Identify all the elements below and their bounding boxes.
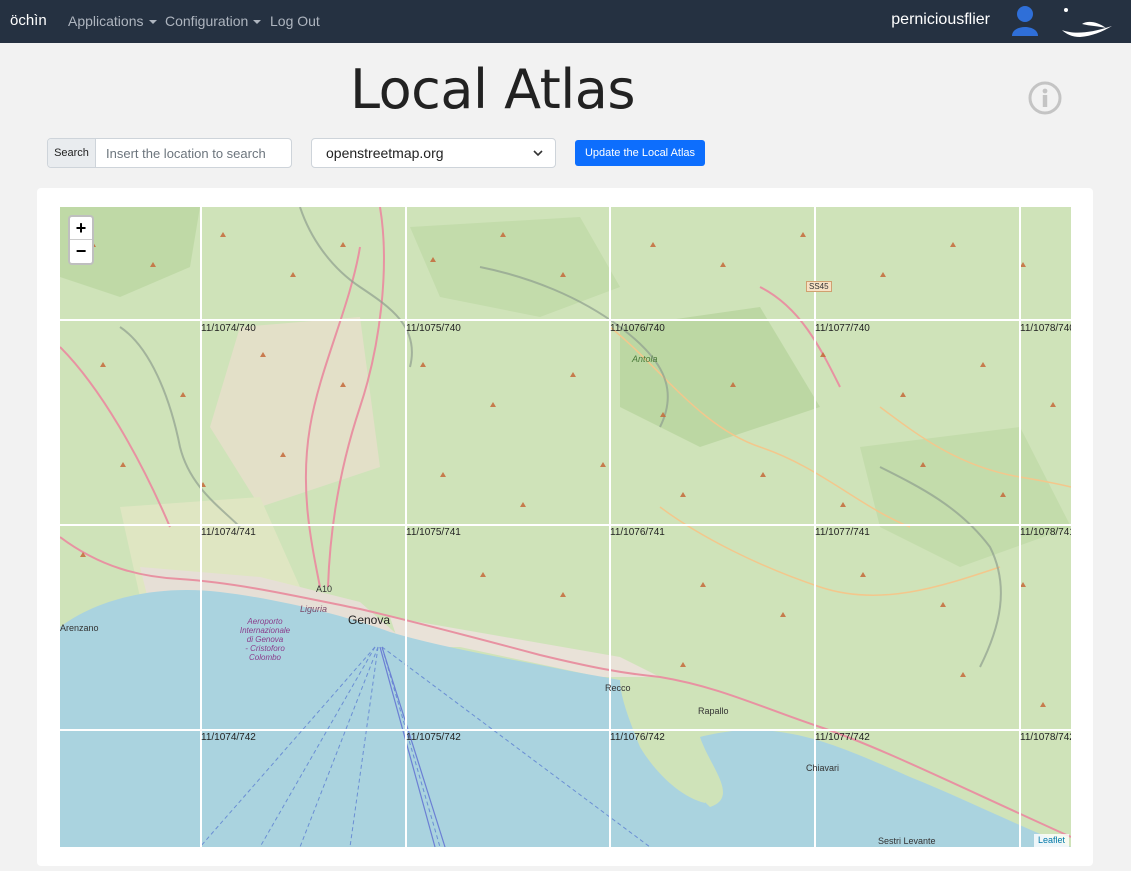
tile-grid-line bbox=[60, 524, 1071, 526]
nav-configuration-menu[interactable]: Configuration bbox=[165, 13, 262, 29]
chevron-down-icon bbox=[533, 150, 543, 157]
atlas-map[interactable]: 11/1074/740 11/1075/740 11/1076/740 11/1… bbox=[60, 207, 1071, 847]
search-group: Search bbox=[47, 138, 292, 168]
tile-label: 11/1076/740 bbox=[610, 323, 665, 334]
zoom-out-button[interactable]: − bbox=[70, 240, 92, 263]
chevron-down-icon bbox=[253, 20, 262, 24]
tile-grid-line bbox=[60, 319, 1071, 321]
tile-label: 11/1074/740 bbox=[201, 323, 256, 334]
tile-label: 11/1077/740 bbox=[815, 323, 870, 334]
place-label-liguria: Liguria bbox=[300, 604, 328, 614]
place-label-airport: Aeroporto Internazionale di Genova - Cri… bbox=[230, 617, 300, 662]
nav-configuration-label: Configuration bbox=[165, 13, 249, 29]
chevron-down-icon bbox=[148, 20, 157, 24]
place-label-sestri-levante: Sestri Levante bbox=[878, 836, 936, 846]
place-label-antola: Antola bbox=[632, 354, 658, 364]
tile-label: 11/1078/742 bbox=[1020, 732, 1071, 743]
road-label-a10: A10 bbox=[316, 584, 333, 594]
place-label-arenzano: Arenzano bbox=[60, 623, 99, 633]
place-label-genova: Genova bbox=[348, 613, 391, 627]
tile-label: 11/1075/740 bbox=[406, 323, 461, 334]
info-icon[interactable] bbox=[1028, 81, 1062, 115]
nav-logout-link[interactable]: Log Out bbox=[270, 13, 320, 29]
brand-link[interactable]: öchìn bbox=[10, 12, 47, 29]
tile-label: 11/1074/742 bbox=[201, 732, 256, 743]
zoom-in-button[interactable]: + bbox=[70, 217, 92, 240]
tile-label: 11/1074/741 bbox=[201, 527, 256, 538]
page-title: Local Atlas bbox=[350, 58, 636, 121]
ochin-logo-icon bbox=[1062, 8, 1112, 37]
tile-label: 11/1078/741 bbox=[1020, 527, 1071, 538]
tile-label: 11/1076/742 bbox=[610, 732, 665, 743]
place-label-rapallo: Rapallo bbox=[698, 706, 729, 716]
tile-provider-select[interactable]: openstreetmap.org bbox=[311, 138, 556, 168]
tile-label: 11/1075/741 bbox=[406, 527, 461, 538]
airport-line: Colombo bbox=[248, 653, 281, 662]
airport-line: - Cristoforo bbox=[245, 644, 285, 653]
airport-line: Internazionale bbox=[239, 626, 291, 635]
tile-label: 11/1077/742 bbox=[815, 732, 870, 743]
user-avatar-icon[interactable] bbox=[1010, 4, 1040, 36]
update-atlas-button[interactable]: Update the Local Atlas bbox=[575, 140, 705, 166]
place-label-chiavari: Chiavari bbox=[806, 763, 840, 773]
nav-applications-menu[interactable]: Applications bbox=[68, 13, 157, 29]
search-input[interactable] bbox=[97, 139, 290, 167]
tile-label: 11/1076/741 bbox=[610, 527, 665, 538]
airport-line: Aeroporto bbox=[247, 617, 283, 626]
tile-grid-line bbox=[60, 729, 1071, 731]
top-navbar: öchìn Applications Configuration Log Out… bbox=[0, 0, 1131, 43]
tile-label: 11/1077/741 bbox=[815, 527, 870, 538]
leaflet-attribution-link[interactable]: Leaflet bbox=[1034, 834, 1070, 847]
nav-applications-label: Applications bbox=[68, 13, 144, 29]
airport-line: di Genova bbox=[246, 635, 284, 644]
place-label-recco: Recco bbox=[605, 683, 631, 693]
username: perniciousflier bbox=[891, 11, 990, 28]
search-label: Search bbox=[48, 139, 96, 167]
zoom-control: + − bbox=[68, 215, 94, 265]
tile-label: 11/1078/740 bbox=[1020, 323, 1071, 334]
tile-provider-value: openstreetmap.org bbox=[326, 145, 444, 161]
tile-label: 11/1075/742 bbox=[406, 732, 461, 743]
road-label-ss45: SS45 bbox=[806, 281, 832, 292]
